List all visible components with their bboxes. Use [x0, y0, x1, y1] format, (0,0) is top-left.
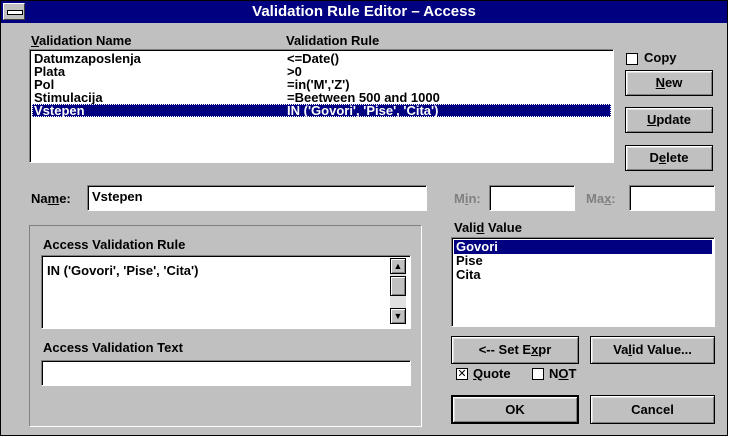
- title-bar[interactable]: Validation Rule Editor – Access: [1, 1, 727, 23]
- list-item-selected[interactable]: Vstepen IN ('Govori', 'Pise', 'Cita'): [32, 104, 611, 117]
- valid-value-label: Valid Value: [454, 220, 522, 235]
- copy-checkbox[interactable]: [626, 53, 638, 65]
- list-item-rule: IN ('Govori', 'Pise', 'Cita'): [287, 103, 439, 118]
- min-label: Min:: [454, 191, 481, 206]
- max-input[interactable]: [629, 185, 715, 211]
- valid-value-list[interactable]: Govori Pise Cita: [451, 237, 715, 327]
- list-item[interactable]: Datumzaposlenja <=Date(): [32, 52, 611, 65]
- not-label: NOT: [549, 366, 577, 381]
- min-input[interactable]: [489, 185, 575, 211]
- access-validation-text-input[interactable]: [41, 360, 411, 386]
- column-header-validation-name: Validation Name: [31, 33, 132, 48]
- list-item[interactable]: Cita: [454, 268, 712, 282]
- validation-rule-editor-window: Validation Rule Editor – Access Validati…: [0, 0, 728, 436]
- arrow-down-icon[interactable]: ▼: [390, 308, 406, 324]
- delete-button[interactable]: Delete: [625, 145, 713, 171]
- access-validation-text-heading: Access Validation Text: [43, 340, 183, 355]
- update-button[interactable]: Update: [625, 107, 713, 133]
- window-title: Validation Rule Editor – Access: [252, 3, 476, 20]
- name-input[interactable]: Vstepen: [87, 185, 427, 211]
- quote-checkbox[interactable]: ✕: [456, 368, 468, 380]
- list-item-selected[interactable]: Govori: [454, 240, 712, 254]
- ok-button[interactable]: OK: [451, 395, 579, 424]
- list-item-name: Vstepen: [34, 103, 85, 118]
- arrow-up-icon[interactable]: ▲: [390, 258, 406, 274]
- name-label: Name:: [31, 191, 71, 206]
- access-validation-rule-textarea[interactable]: IN ('Govori', 'Pise', 'Cita') ▲ ▼: [41, 255, 411, 329]
- scrollbar-thumb[interactable]: [390, 276, 406, 296]
- max-label: Max:: [586, 191, 616, 206]
- not-checkbox[interactable]: [532, 368, 544, 380]
- cancel-button[interactable]: Cancel: [590, 395, 715, 424]
- quote-label: Quote: [473, 366, 511, 381]
- valid-value-button[interactable]: Valid Value...: [590, 336, 715, 364]
- copy-label: Copy: [644, 50, 677, 65]
- column-header-validation-rule: Validation Rule: [286, 33, 380, 48]
- validation-rules-list[interactable]: Datumzaposlenja <=Date() Plata >0 Pol =i…: [29, 49, 614, 163]
- access-validation-rule-heading: Access Validation Rule: [43, 237, 186, 252]
- list-item[interactable]: Pise: [454, 254, 712, 268]
- set-expr-button[interactable]: <-- Set Expr: [451, 336, 579, 364]
- new-button[interactable]: New: [625, 70, 713, 96]
